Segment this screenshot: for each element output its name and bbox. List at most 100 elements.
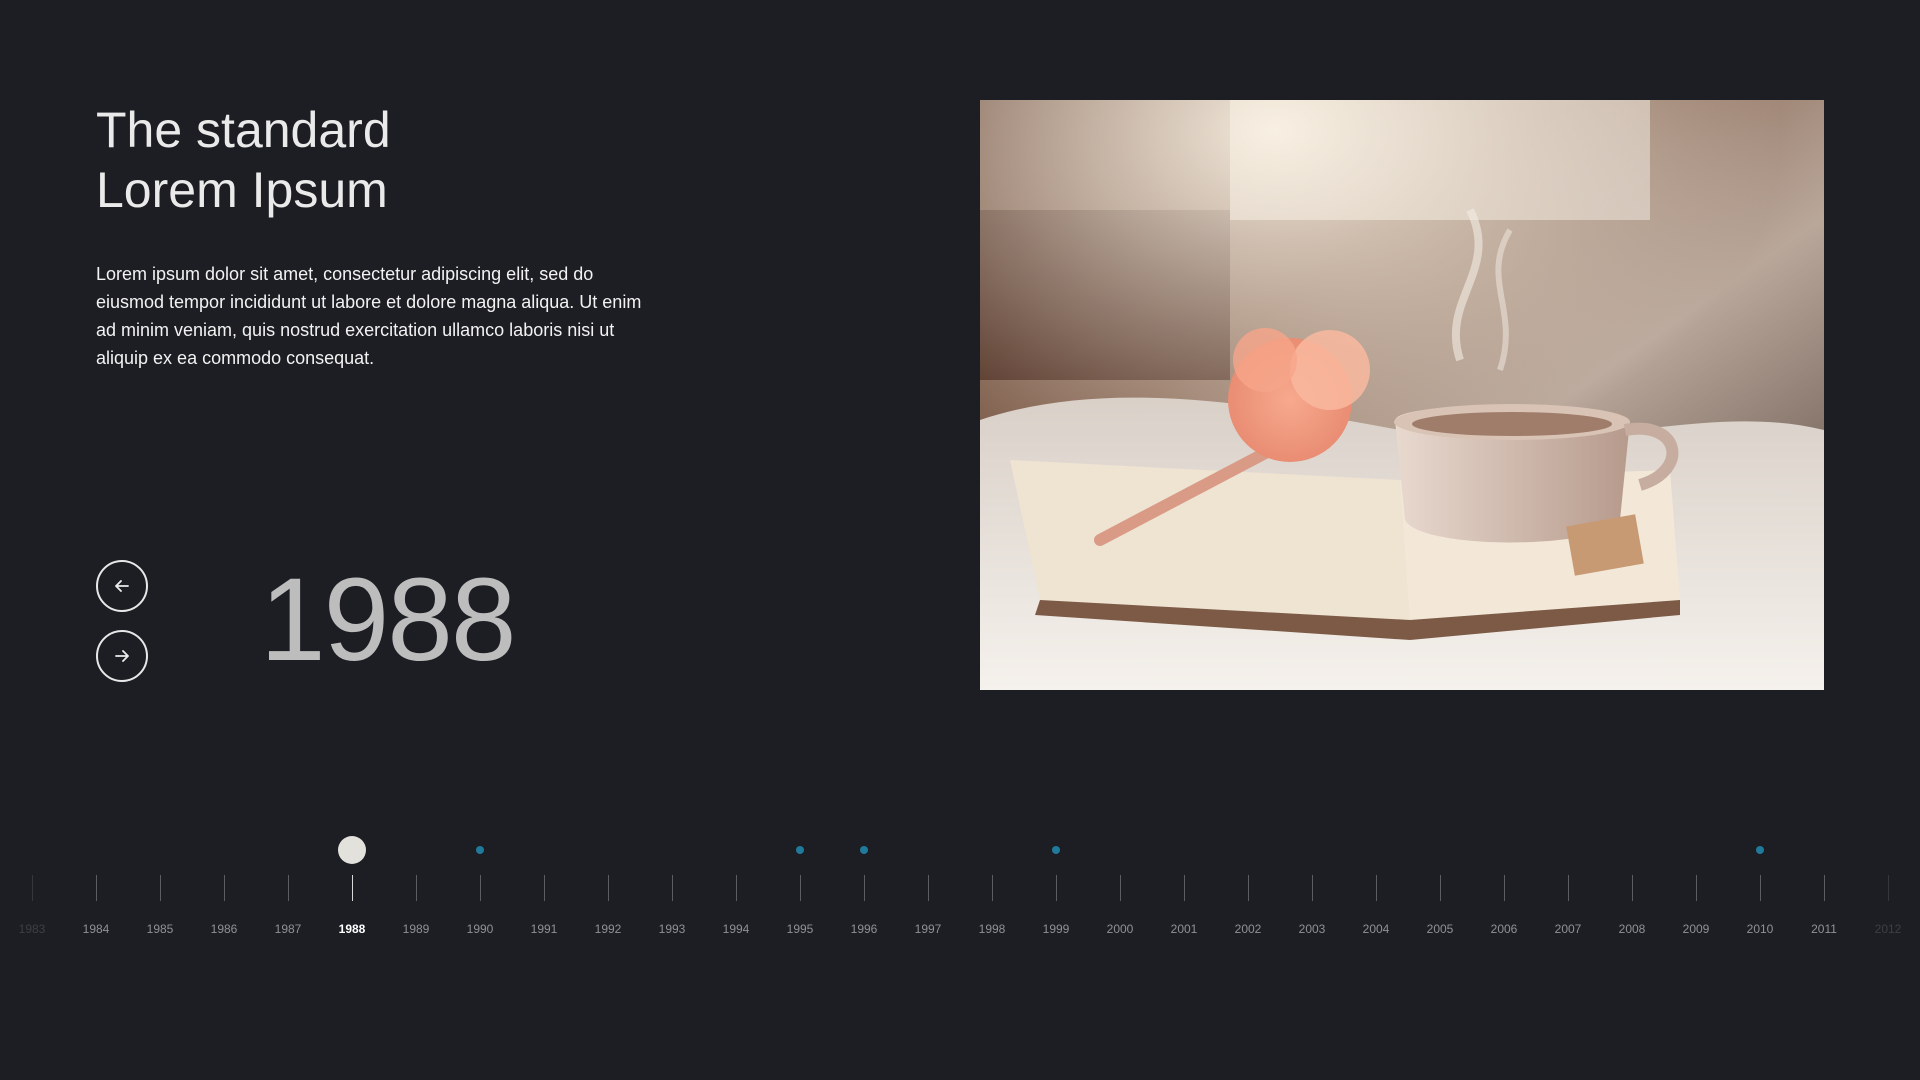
timeline-year-label: 1995	[786, 922, 814, 936]
timeline-year-label: 2012	[1874, 922, 1902, 936]
timeline-year-1991[interactable]: 1991	[512, 830, 576, 940]
timeline-year-1995[interactable]: 1995	[768, 830, 832, 940]
timeline-year-label: 1990	[466, 922, 494, 936]
next-year-button[interactable]	[96, 630, 148, 682]
timeline-year-label: 2010	[1746, 922, 1774, 936]
timeline-year-2011[interactable]: 2011	[1792, 830, 1856, 940]
timeline-event-dot[interactable]	[860, 846, 868, 854]
timeline-tick	[544, 875, 545, 901]
timeline-tick	[1696, 875, 1697, 901]
timeline-year-2009[interactable]: 2009	[1664, 830, 1728, 940]
timeline-tick	[288, 875, 289, 901]
timeline-year-1996[interactable]: 1996	[832, 830, 896, 940]
timeline-tick	[480, 875, 481, 901]
timeline-year-label: 2008	[1618, 922, 1646, 936]
timeline-year-label: 2009	[1682, 922, 1710, 936]
timeline-active-marker[interactable]	[338, 836, 366, 864]
timeline-tick	[160, 875, 161, 901]
timeline-year-2000[interactable]: 2000	[1088, 830, 1152, 940]
timeline-year-label: 1989	[402, 922, 430, 936]
timeline-tick	[96, 875, 97, 901]
title-line-1: The standard	[96, 102, 391, 158]
timeline-year-label: 1999	[1042, 922, 1070, 936]
timeline-year-2006[interactable]: 2006	[1472, 830, 1536, 940]
timeline-year-1998[interactable]: 1998	[960, 830, 1024, 940]
timeline-year-1986[interactable]: 1986	[192, 830, 256, 940]
timeline-year-2004[interactable]: 2004	[1344, 830, 1408, 940]
timeline-year-1997[interactable]: 1997	[896, 830, 960, 940]
timeline-event-dot[interactable]	[1756, 846, 1764, 854]
timeline-year-1985[interactable]: 1985	[128, 830, 192, 940]
timeline-year-label: 1992	[594, 922, 622, 936]
current-year-display: 1988	[260, 554, 517, 686]
timeline-year-1990[interactable]: 1990	[448, 830, 512, 940]
timeline-tick	[1568, 875, 1569, 901]
timeline-event-dot[interactable]	[476, 846, 484, 854]
timeline-year-label: 2003	[1298, 922, 1326, 936]
timeline-year-label: 2002	[1234, 922, 1262, 936]
timeline-year-1989[interactable]: 1989	[384, 830, 448, 940]
timeline-tick	[1632, 875, 1633, 901]
timeline-event-dot[interactable]	[796, 846, 804, 854]
timeline-year-2008[interactable]: 2008	[1600, 830, 1664, 940]
year-timeline: 1983 1984 1985 1986 1987 1988 1989 1990 1991 1992…	[0, 830, 1920, 950]
timeline-tick	[608, 875, 609, 901]
timeline-year-label: 2006	[1490, 922, 1518, 936]
timeline-year-label: 2007	[1554, 922, 1582, 936]
timeline-year-label: 1996	[850, 922, 878, 936]
timeline-year-label: 1994	[722, 922, 750, 936]
arrow-left-icon	[115, 580, 129, 592]
timeline-year-2010[interactable]: 2010	[1728, 830, 1792, 940]
timeline-event-dot[interactable]	[1052, 846, 1060, 854]
timeline-tick	[736, 875, 737, 901]
timeline-year-2012[interactable]: 2012	[1856, 830, 1920, 940]
timeline-tick	[1888, 875, 1889, 901]
timeline-year-2007[interactable]: 2007	[1536, 830, 1600, 940]
timeline-year-2005[interactable]: 2005	[1408, 830, 1472, 940]
timeline-tick	[224, 875, 225, 901]
timeline-tick	[1504, 875, 1505, 901]
timeline-year-1992[interactable]: 1992	[576, 830, 640, 940]
timeline-tick	[1184, 875, 1185, 901]
timeline-year-1987[interactable]: 1987	[256, 830, 320, 940]
timeline-year-1983[interactable]: 1983	[0, 830, 64, 940]
timeline-tick	[1440, 875, 1441, 901]
teacup-photo-image	[980, 100, 1824, 690]
timeline-year-label: 2001	[1170, 922, 1198, 936]
timeline-year-2001[interactable]: 2001	[1152, 830, 1216, 940]
featured-photo	[980, 100, 1824, 690]
timeline-year-label: 1984	[82, 922, 110, 936]
timeline-year-label: 2004	[1362, 922, 1390, 936]
timeline-year-label: 1998	[978, 922, 1006, 936]
timeline-tick	[1312, 875, 1313, 901]
timeline-year-1993[interactable]: 1993	[640, 830, 704, 940]
timeline-year-1988[interactable]: 1988	[320, 830, 384, 940]
timeline-year-2003[interactable]: 2003	[1280, 830, 1344, 940]
title-line-2: Lorem Ipsum	[96, 162, 388, 218]
timeline-tick	[32, 875, 33, 901]
timeline-tick	[1056, 875, 1057, 901]
timeline-year-label: 2011	[1811, 922, 1837, 936]
timeline-tick	[672, 875, 673, 901]
timeline-tick	[800, 875, 801, 901]
timeline-year-1994[interactable]: 1994	[704, 830, 768, 940]
arrow-right-icon	[115, 650, 129, 662]
timeline-year-label: 1986	[210, 922, 238, 936]
timeline-year-label: 2000	[1106, 922, 1134, 936]
timeline-tick	[1760, 875, 1761, 901]
timeline-tick	[992, 875, 993, 901]
timeline-tick	[352, 875, 353, 901]
timeline-year-label: 1988	[338, 922, 366, 936]
timeline-year-1999[interactable]: 1999	[1024, 830, 1088, 940]
timeline-year-label: 2005	[1426, 922, 1454, 936]
page-title: The standard Lorem Ipsum	[96, 100, 391, 220]
timeline-year-1984[interactable]: 1984	[64, 830, 128, 940]
timeline-tick	[1824, 875, 1825, 901]
timeline-year-label: 1991	[530, 922, 558, 936]
timeline-year-label: 1985	[146, 922, 174, 936]
previous-year-button[interactable]	[96, 560, 148, 612]
timeline-year-label: 1987	[274, 922, 302, 936]
timeline-year-2002[interactable]: 2002	[1216, 830, 1280, 940]
timeline-tick	[1376, 875, 1377, 901]
timeline-year-label: 1983	[18, 922, 46, 936]
